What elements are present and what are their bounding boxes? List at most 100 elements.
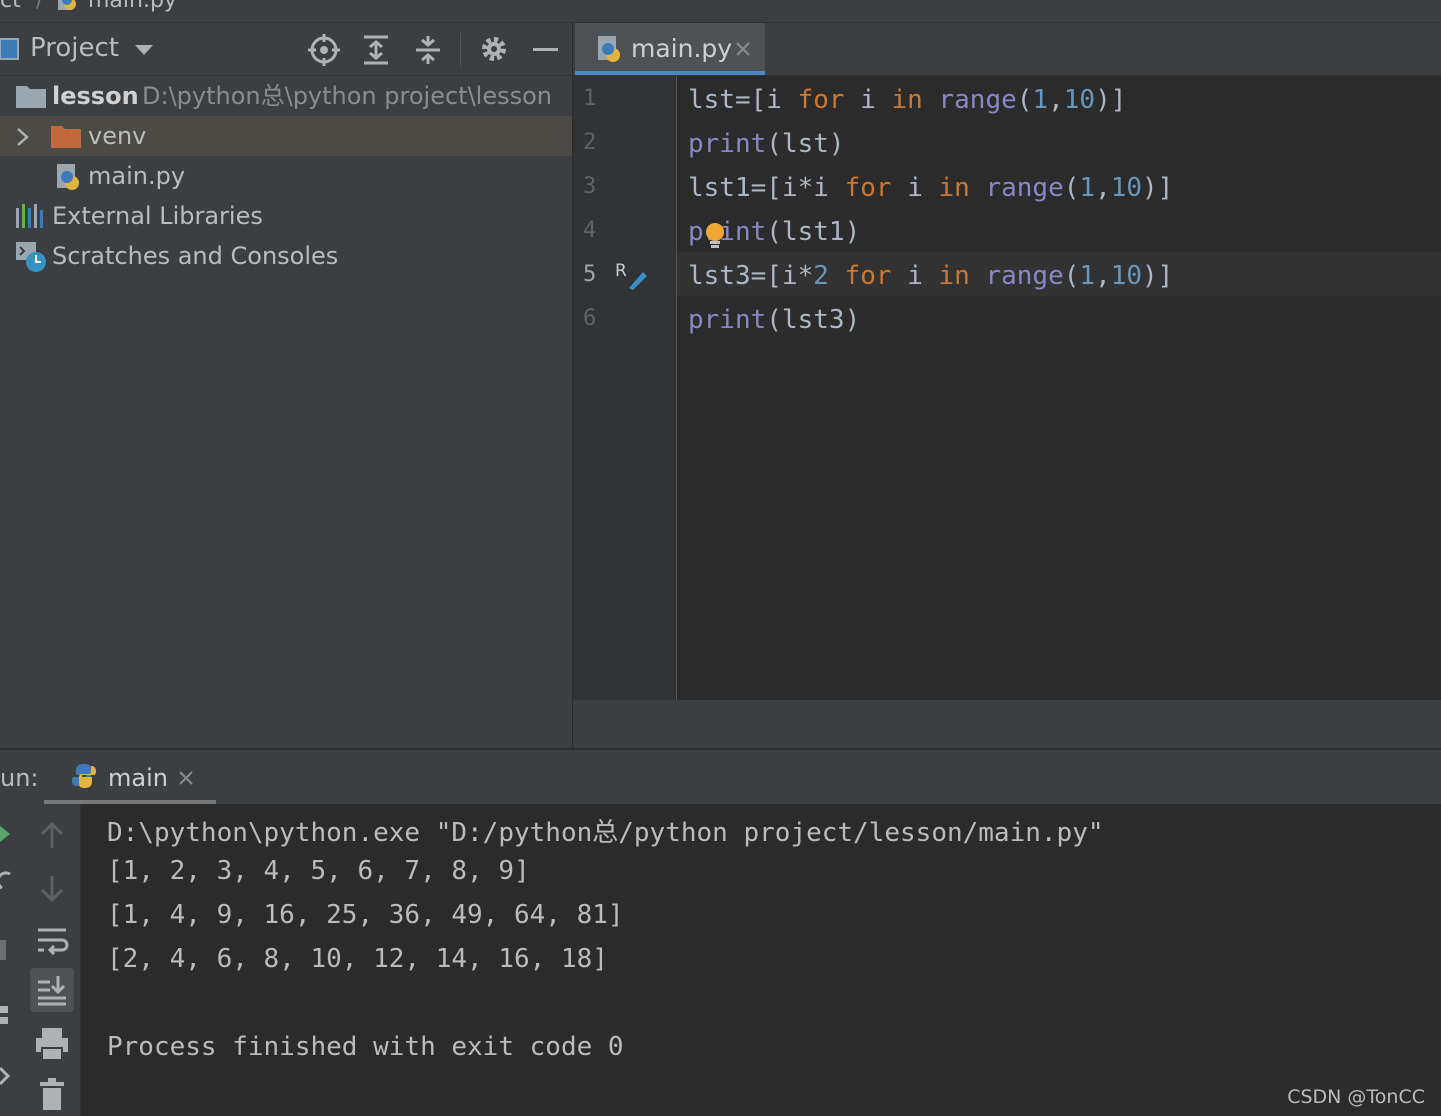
code-token: )] <box>1142 173 1174 203</box>
code-token: * <box>797 261 814 291</box>
code-token: ( <box>766 305 782 335</box>
code-token: ) <box>844 305 861 335</box>
chevron-right-icon[interactable] <box>16 128 30 146</box>
console-output[interactable]: D:\python\python.exe "D:/python总/python … <box>81 804 1441 1116</box>
breadcrumb-separator: / <box>36 0 44 13</box>
close-icon[interactable] <box>178 770 194 786</box>
layout-icon[interactable] <box>0 1004 8 1026</box>
arrow-up-icon[interactable] <box>34 818 70 854</box>
code-line[interactable]: lst3=[i*2 for i in range(1,10)] <box>688 254 1173 298</box>
stop-icon[interactable] <box>0 940 6 960</box>
print-icon[interactable] <box>34 1026 70 1062</box>
expand-all-icon[interactable] <box>362 34 390 66</box>
project-view-title[interactable]: Project <box>30 33 119 63</box>
gear-icon[interactable] <box>479 34 509 64</box>
scroll-to-end-toggle[interactable] <box>30 968 74 1012</box>
external-libraries-label: External Libraries <box>52 202 263 230</box>
edit-marker-icon[interactable]: R <box>615 260 651 292</box>
code-token: i <box>781 173 798 203</box>
python-file-icon <box>57 164 79 190</box>
active-tab-indicator <box>575 71 765 75</box>
trash-icon[interactable] <box>34 1076 70 1112</box>
line-number: 3 <box>583 174 597 199</box>
svg-text:R: R <box>615 261 627 281</box>
code-line[interactable]: lst1=[i*i for i in range(1,10)] <box>688 166 1173 210</box>
locate-file-icon[interactable] <box>308 34 340 66</box>
code-token: ( <box>766 217 782 247</box>
keyword-token: for <box>844 173 892 203</box>
intention-bulb-icon[interactable] <box>703 222 727 250</box>
expand-arrow-icon[interactable] <box>0 1066 10 1086</box>
tree-item-lesson[interactable]: lesson D:\python总\python project\lesson <box>0 76 572 116</box>
tree-item-main-py[interactable]: main.py <box>0 156 572 196</box>
code-token: lst3 <box>781 305 845 335</box>
code-token: , <box>1048 85 1064 115</box>
run-tool-window-header: un: main <box>0 749 1441 805</box>
tab-main-py[interactable]: main.py <box>575 23 765 75</box>
refresh-icon[interactable] <box>0 870 12 892</box>
code-token: lst <box>781 129 829 159</box>
folder-icon <box>51 126 81 148</box>
root-folder-path: D:\python总\python project\lesson <box>142 82 552 110</box>
editor-gutter: 1 2 3 4 5 6 R <box>573 76 677 700</box>
keyword-token: for <box>844 261 892 291</box>
keyword-token: in <box>938 261 970 291</box>
project-tool-window: Project lesson D:\python总\python project… <box>0 23 573 748</box>
watermark: CSDN @TonCC <box>1287 1086 1425 1108</box>
rerun-icon[interactable] <box>0 826 10 842</box>
breadcrumb-file[interactable]: main.py <box>88 0 177 13</box>
number-token: 10 <box>1110 173 1143 203</box>
soft-wrap-icon[interactable] <box>34 922 70 958</box>
chevron-down-icon[interactable] <box>134 43 154 57</box>
close-icon[interactable] <box>735 41 751 57</box>
keyword-token: for <box>797 85 845 115</box>
code-token: lst <box>688 85 735 115</box>
scroll-to-end-icon <box>38 976 66 1006</box>
code-token: i <box>907 173 923 203</box>
tree-item-scratches[interactable]: Scratches and Consoles <box>0 236 572 276</box>
tree-item-external-libraries[interactable]: External Libraries <box>0 196 572 236</box>
code-token: )] <box>1142 261 1174 291</box>
run-tab-main[interactable]: main <box>44 750 216 804</box>
code-token: ( <box>1063 173 1080 203</box>
number-token: 1 <box>1079 261 1096 291</box>
builtin-token: print <box>688 305 767 335</box>
console-toolbar <box>24 804 81 1116</box>
code-line[interactable]: lst=[i for i in range(1,10)] <box>688 78 1126 122</box>
navigation-bar: ct / main.py <box>0 0 1441 23</box>
console-line: [2, 4, 6, 8, 10, 12, 14, 16, 18] <box>107 944 608 974</box>
code-token: =[ <box>750 173 782 203</box>
editor-tab-bar: main.py <box>573 23 1441 76</box>
scratches-icon <box>16 242 46 272</box>
code-token: =[ <box>734 85 767 115</box>
breadcrumb-project[interactable]: ct <box>0 0 21 13</box>
code-line[interactable]: print(lst3) <box>688 298 860 342</box>
code-token: lst1 <box>781 217 845 247</box>
code-line[interactable]: print(lst) <box>688 122 845 166</box>
console-line: D:\python\python.exe "D:/python总/python … <box>107 818 1104 848</box>
tree-item-venv[interactable]: venv <box>0 116 572 156</box>
collapse-all-icon[interactable] <box>414 34 442 66</box>
hide-panel-icon[interactable] <box>533 48 558 51</box>
libraries-icon <box>16 204 43 228</box>
code-token: * <box>797 173 814 203</box>
code-editor[interactable]: lst=[i for i in range(1,10)] print(lst) … <box>677 76 1441 700</box>
code-token: , <box>1095 261 1111 291</box>
run-label: un: <box>0 764 39 792</box>
line-number: 4 <box>583 218 597 243</box>
code-token: i <box>766 85 782 115</box>
arrow-down-icon[interactable] <box>34 870 70 906</box>
python-file-icon <box>598 36 620 62</box>
code-token: =[ <box>750 261 782 291</box>
keyword-token: in <box>891 85 923 115</box>
